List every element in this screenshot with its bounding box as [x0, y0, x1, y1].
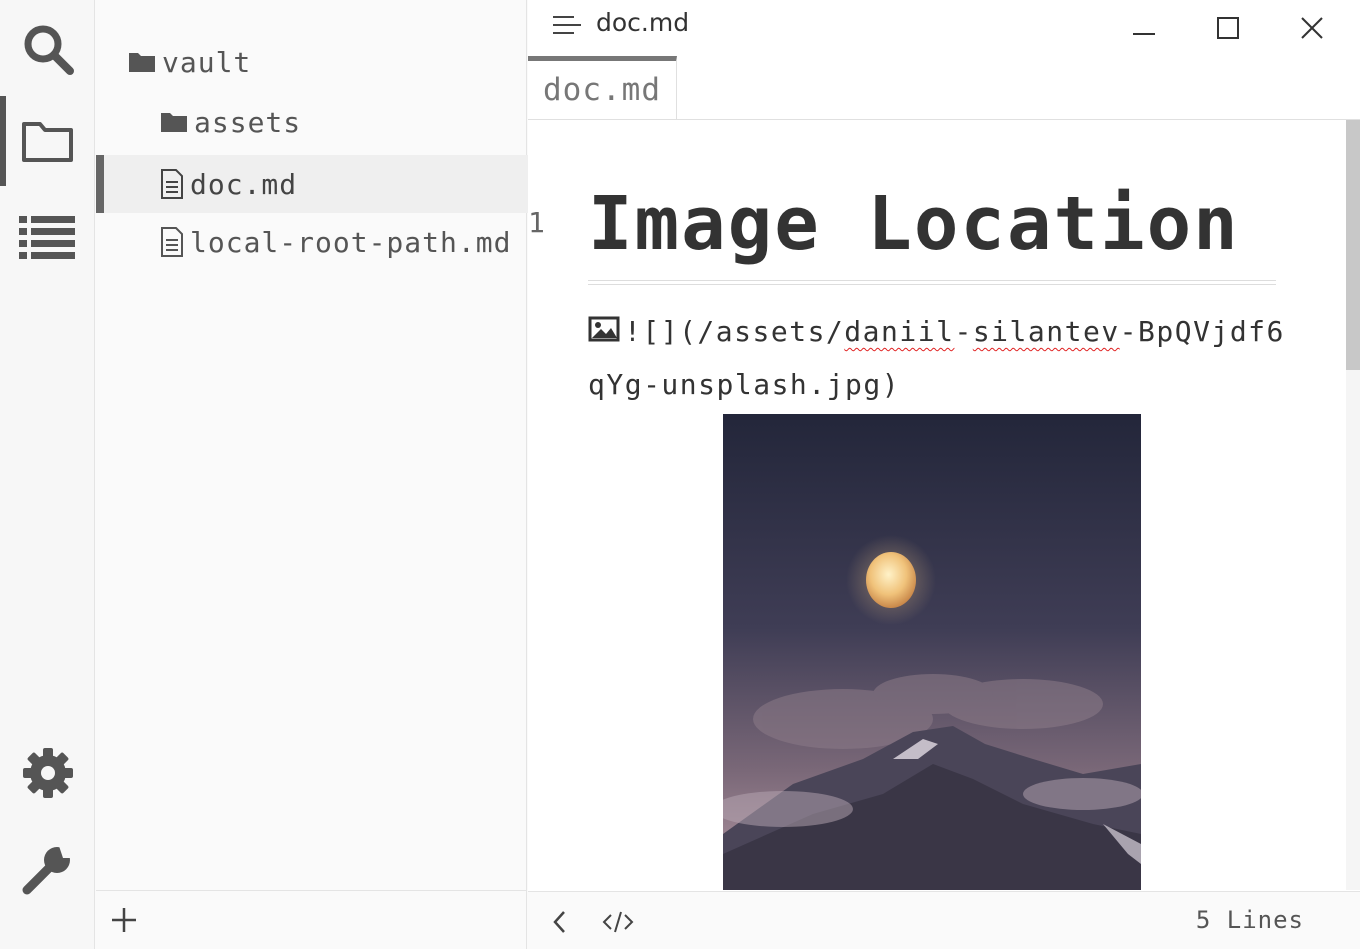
minimize-button[interactable]	[1124, 8, 1164, 48]
window-title: doc.md	[596, 8, 690, 37]
code-icon	[602, 911, 634, 933]
folder-icon	[128, 50, 156, 74]
search-button[interactable]	[0, 4, 95, 94]
folder-icon	[160, 110, 188, 134]
menu-button[interactable]	[552, 14, 582, 42]
image-icon	[588, 307, 620, 359]
line-count: 5 Lines	[1195, 906, 1304, 934]
editor-pane: doc.md doc.md 1 Image Location ![](/asse…	[528, 0, 1360, 949]
list-icon	[18, 216, 75, 259]
tools-button[interactable]	[0, 824, 95, 914]
image-markdown-prefix: ![](/assets/	[624, 315, 845, 348]
settings-button[interactable]	[0, 728, 95, 818]
gear-icon	[22, 748, 73, 798]
back-button[interactable]	[540, 902, 580, 942]
embedded-image	[723, 414, 1141, 890]
plus-icon	[112, 908, 136, 932]
maximize-icon	[1217, 17, 1239, 39]
folder-icon	[21, 122, 73, 162]
tree-item-label: vault	[162, 45, 252, 79]
maximize-button[interactable]	[1208, 8, 1248, 48]
add-file-button[interactable]	[110, 906, 138, 934]
minimize-icon	[1133, 33, 1155, 35]
activity-bar	[0, 0, 95, 949]
editor-content[interactable]: 1 Image Location ![](/assets/daniil-sila…	[528, 120, 1346, 890]
close-button[interactable]	[1292, 8, 1332, 48]
tab-doc-md[interactable]: doc.md	[528, 56, 677, 119]
tree-item-local-root-path-md[interactable]: local-root-path.md	[96, 213, 590, 271]
status-bar: 5 Lines	[528, 891, 1360, 949]
vertical-scrollbar[interactable]	[1346, 120, 1360, 890]
sidebar-footer	[96, 890, 526, 949]
line-number: 1	[528, 206, 545, 239]
tree-item-doc-md[interactable]: doc.md	[96, 155, 590, 213]
scrollbar-thumb[interactable]	[1346, 120, 1360, 370]
files-button[interactable]	[0, 96, 95, 186]
spell-error-word[interactable]: silantev	[973, 315, 1120, 348]
outline-button[interactable]	[0, 192, 95, 282]
tree-item-label: local-root-path.md	[190, 225, 512, 259]
file-icon	[160, 169, 184, 199]
search-icon	[24, 25, 74, 75]
image-markdown-line: ![](/assets/daniil-silantev-BpQVjdf6qYg-…	[588, 306, 1288, 411]
tree-item-label: doc.md	[190, 167, 298, 201]
spell-error-word[interactable]: daniil	[844, 315, 954, 348]
image-markdown-separator: -	[954, 315, 973, 348]
wrench-icon	[22, 846, 73, 895]
close-icon	[1301, 17, 1323, 39]
file-tree-sidebar: vault assets doc.md local-root-path.md	[96, 0, 590, 949]
tab-bar: doc.md	[528, 56, 1360, 120]
title-bar: doc.md	[528, 0, 1360, 56]
tree-item-vault[interactable]: vault	[96, 33, 558, 91]
source-mode-button[interactable]	[598, 902, 638, 942]
chevron-left-icon	[553, 911, 565, 933]
document-heading: Image Location	[588, 181, 1240, 267]
tree-item-assets[interactable]: assets	[96, 93, 590, 151]
tree-item-label: assets	[194, 105, 302, 139]
heading-underline	[588, 280, 1276, 285]
menu-icon	[553, 16, 581, 34]
file-icon	[160, 227, 184, 257]
